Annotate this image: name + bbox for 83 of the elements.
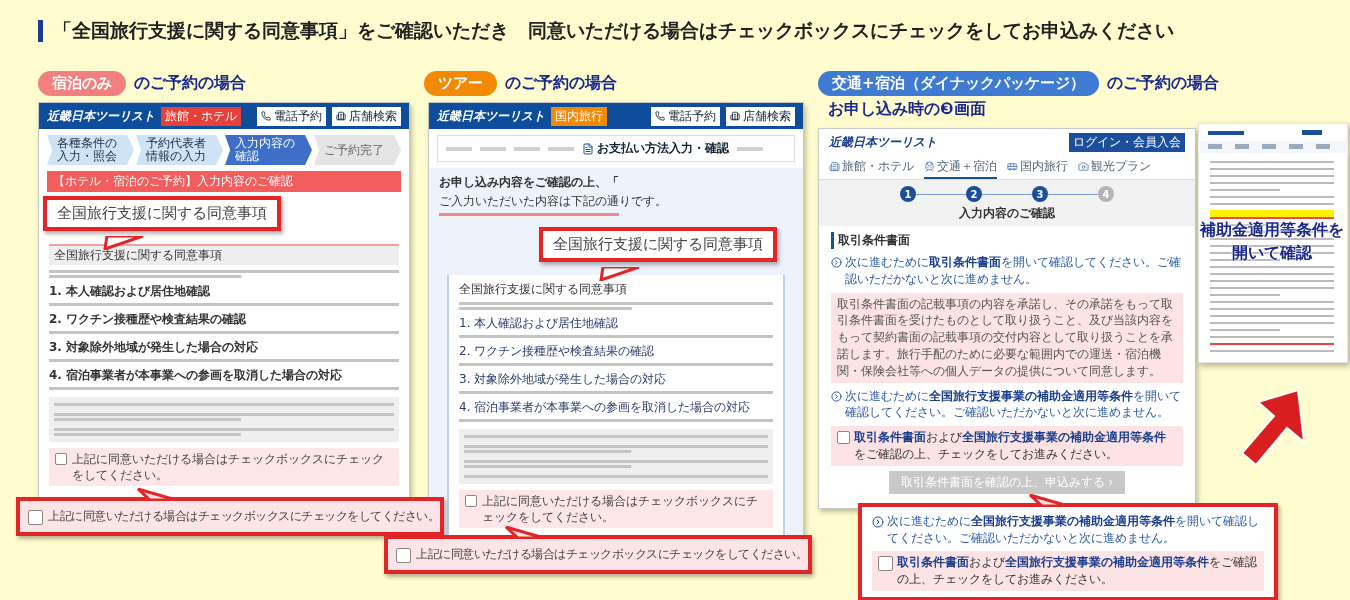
nav-tab[interactable]: 国内旅行 xyxy=(1007,155,1068,179)
info-icon xyxy=(831,390,842,402)
faded-step-label xyxy=(548,146,574,151)
checkbox[interactable] xyxy=(28,510,43,526)
document-caption: 補助金適用等条件を xyxy=(1200,220,1344,241)
progress-step: 予約代表者情報の入力 xyxy=(136,135,223,165)
nav-tab[interactable]: 観光プラン xyxy=(1078,155,1151,179)
phone-icon xyxy=(261,111,271,121)
progress-step: 各種条件の入力・照会 xyxy=(47,135,134,165)
category-badge: 国内旅行 xyxy=(551,106,607,126)
checkbox[interactable] xyxy=(55,453,67,465)
header-button[interactable]: 店舗検索 xyxy=(726,106,795,126)
section-title: 取引条件書面 xyxy=(831,232,1183,249)
header-button[interactable]: 店舗検索 xyxy=(332,106,401,126)
header-button[interactable]: 電話予約 xyxy=(651,106,720,126)
site-logo: 近畿日本ツーリスト xyxy=(437,107,545,125)
notice-text: 次に進むために取引条件書面を開いて確認してください。ご確認いただかないと次に進めません。 xyxy=(845,254,1182,288)
section-title: 全国旅行支援に関する同意事項 xyxy=(49,244,399,265)
site-logo: 近畿日本ツーリスト xyxy=(47,107,155,125)
consent-text: 上記に同意いただける場合はチェックボックスにチェックをしてください。 xyxy=(48,508,439,525)
faded-step-label xyxy=(514,146,540,151)
item-heading: 4. 宿泊事業者が本事業への参画を取消した場合の対応 xyxy=(49,367,344,384)
page-banner: 【ホテル・宿泊のご予約】入力内容のご確認 xyxy=(47,171,401,192)
section-subheading: お申し込み時の❸画面 xyxy=(828,99,987,120)
building-icon xyxy=(829,160,840,172)
step-number: 2 xyxy=(966,186,982,202)
notice-text: 次に進むために全国旅行支援事業の補助金適用等条件を開いて確認してください。ご確認いただかないと次に進めません。 xyxy=(887,512,1260,547)
section-heading: のご予約の場合 xyxy=(505,72,617,94)
terms-text: 取引条件書面の記載事項の内容を承諾し、その承諾をもって取引条件書面を受けたものとして取り扱うこと、及び当該内容をもって契約書面の記載事項の交付内容として取り扱うことを承諾します。旅行手配のために必要な範囲内での運送・宿泊機関・保険会社等への個人データの提供について同意します。 xyxy=(831,292,1183,383)
info-icon xyxy=(831,257,842,268)
consent-text: 上記に同意いただける場合はチェックボックスにチェックをしてください。 xyxy=(72,451,385,484)
page-heading: 「全国旅行支援に関する同意事項」をご確認いただき 同意いただける場合はチェックボックスにチェックをしてお申込みください xyxy=(53,18,1174,43)
progress-step: 入力内容の確認 xyxy=(225,135,312,165)
step-number: 3 xyxy=(1032,186,1048,202)
category-tag: ツアー xyxy=(424,70,497,96)
step-number: 1 xyxy=(900,186,916,202)
faded-step-label xyxy=(446,146,472,151)
faded-step-label xyxy=(480,146,506,151)
consent-text: 取引条件書面および全国旅行支援事業の補助金適用等条件をご確認の上、チェックをしてお進みください。 xyxy=(897,554,1258,588)
notice-text: 次に進むために全国旅行支援事業の補助金適用等条件を開いて確認してください。ご確認いただかないと次に進めません。 xyxy=(845,387,1182,422)
section-heading: のご予約の場合 xyxy=(134,72,246,94)
phone-icon xyxy=(655,111,665,121)
document-caption: 開いて確認 xyxy=(1232,243,1312,264)
checkbox[interactable] xyxy=(837,431,850,445)
checkbox[interactable] xyxy=(878,556,893,572)
category-tag: 交通+宿泊（ダイナックパッケージ） xyxy=(818,70,1099,96)
checkbox[interactable] xyxy=(396,548,411,564)
section-title: 全国旅行支援に関する同意事項 xyxy=(459,281,628,298)
building-icon xyxy=(730,111,740,121)
intro-text: ご入力いただいた内容は下記の通りです。 xyxy=(439,193,668,210)
building-icon xyxy=(336,111,346,121)
header-button[interactable]: 電話予約 xyxy=(257,106,326,126)
item-heading: 4. 宿泊事業者が本事業への参画を取消した場合の対応 xyxy=(459,399,752,416)
section-heading: のご予約の場合 xyxy=(1106,72,1219,94)
current-step: お支払い方法入力・確認 xyxy=(582,140,729,157)
item-heading: 3. 対象除外地域が発生した場合の対応 xyxy=(49,339,260,356)
heading-accent-bar xyxy=(38,20,43,42)
document-icon xyxy=(582,142,594,155)
item-heading: 2. ワクチン接種歴や検査結果の確認 xyxy=(459,343,656,360)
item-heading: 1. 本人確認および居住地確認 xyxy=(459,315,620,332)
consent-text: 上記に同意いただける場合はチェックボックスにチェックをしてください。 xyxy=(482,493,759,526)
login-button[interactable]: ログイン・会員入会 xyxy=(1069,132,1185,152)
step-number: 4 xyxy=(1098,186,1114,202)
intro-text: お申し込み内容をご確認の上、「 xyxy=(439,174,620,191)
train-icon xyxy=(924,160,935,172)
consent-text: 上記に同意いただける場合はチェックボックスにチェックをしてください。 xyxy=(416,546,807,563)
faded-step-label xyxy=(737,146,763,151)
checkbox[interactable] xyxy=(465,495,477,507)
progress-step: ご予約完了 xyxy=(314,135,401,165)
step-title: 入力内容のご確認 xyxy=(959,205,1055,222)
callout-label: 全国旅行支援に関する同意事項 xyxy=(539,227,777,262)
consent-text: 取引条件書面および全国旅行支援事業の補助金適用等条件をご確認の上、チェックをしてお進みください。 xyxy=(854,429,1167,463)
item-heading: 1. 本人確認および居住地確認 xyxy=(49,283,212,300)
category-tag: 宿泊のみ xyxy=(38,70,126,96)
info-icon xyxy=(872,515,884,528)
site-logo: 近畿日本ツーリスト xyxy=(829,133,937,151)
bus-icon xyxy=(1007,160,1018,172)
item-heading: 3. 対象除外地域が発生した場合の対応 xyxy=(459,371,668,388)
category-badge: 旅館・ホテル xyxy=(161,106,241,126)
callout-label: 全国旅行支援に関する同意事項 xyxy=(43,196,281,231)
item-heading: 2. ワクチン接種歴や検査結果の確認 xyxy=(49,311,248,328)
nav-tab[interactable]: 旅館・ホテル xyxy=(829,155,914,179)
camera-icon xyxy=(1078,160,1089,172)
